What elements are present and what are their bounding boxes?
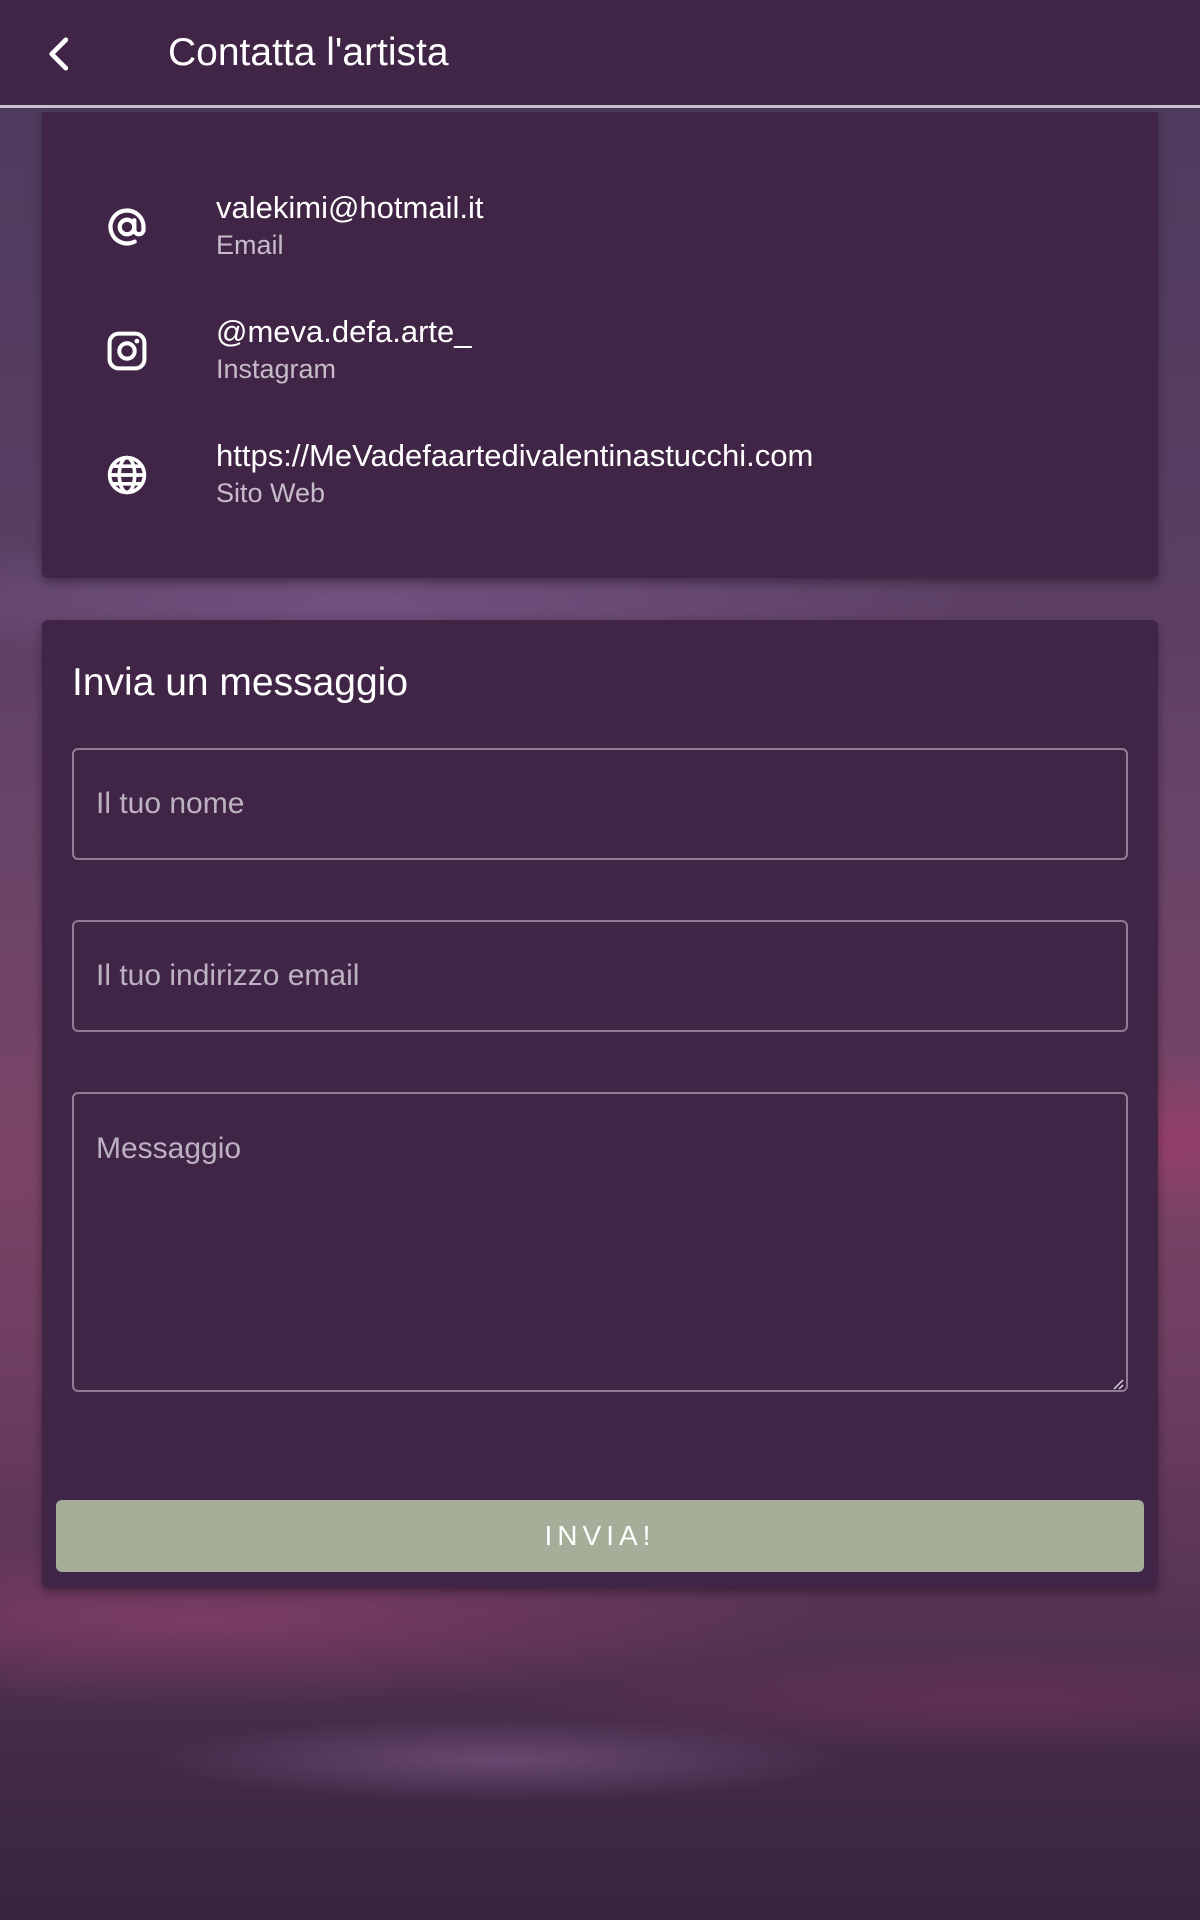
message-form-card: Invia un messaggio INVIA! [42, 620, 1158, 1588]
send-button[interactable]: INVIA! [56, 1500, 1144, 1572]
email-field[interactable] [72, 920, 1128, 1032]
contact-website-label: Sito Web [216, 478, 326, 508]
message-field[interactable] [72, 1092, 1128, 1392]
contact-email-value: valekimi@hotmail.it [216, 190, 484, 225]
globe-icon [102, 450, 152, 500]
instagram-icon [102, 326, 152, 376]
resize-grip-icon[interactable] [1110, 1376, 1124, 1390]
contact-instagram[interactable]: @meva.defa.arte_ Instagram [42, 308, 1158, 408]
contact-instagram-label: Instagram [216, 354, 337, 384]
at-sign-icon [102, 202, 152, 252]
contact-website-value: https://MeVadefaartedivalentinastucchi.c… [216, 438, 814, 473]
contact-email[interactable]: valekimi@hotmail.it Email [42, 184, 1158, 284]
contact-website[interactable]: https://MeVadefaartedivalentinastucchi.c… [42, 432, 1158, 532]
app-bar: Contatta l'artista [0, 0, 1200, 108]
page-title: Contatta l'artista [168, 31, 449, 74]
contacts-card: valekimi@hotmail.it Email @meva.defa.art… [42, 112, 1158, 578]
chevron-left-icon [49, 37, 69, 71]
contact-email-label: Email [216, 230, 284, 260]
form-title: Invia un messaggio [72, 661, 409, 704]
back-button[interactable] [28, 22, 92, 86]
contact-instagram-value: @meva.defa.arte_ [216, 314, 472, 349]
name-field[interactable] [72, 748, 1128, 860]
